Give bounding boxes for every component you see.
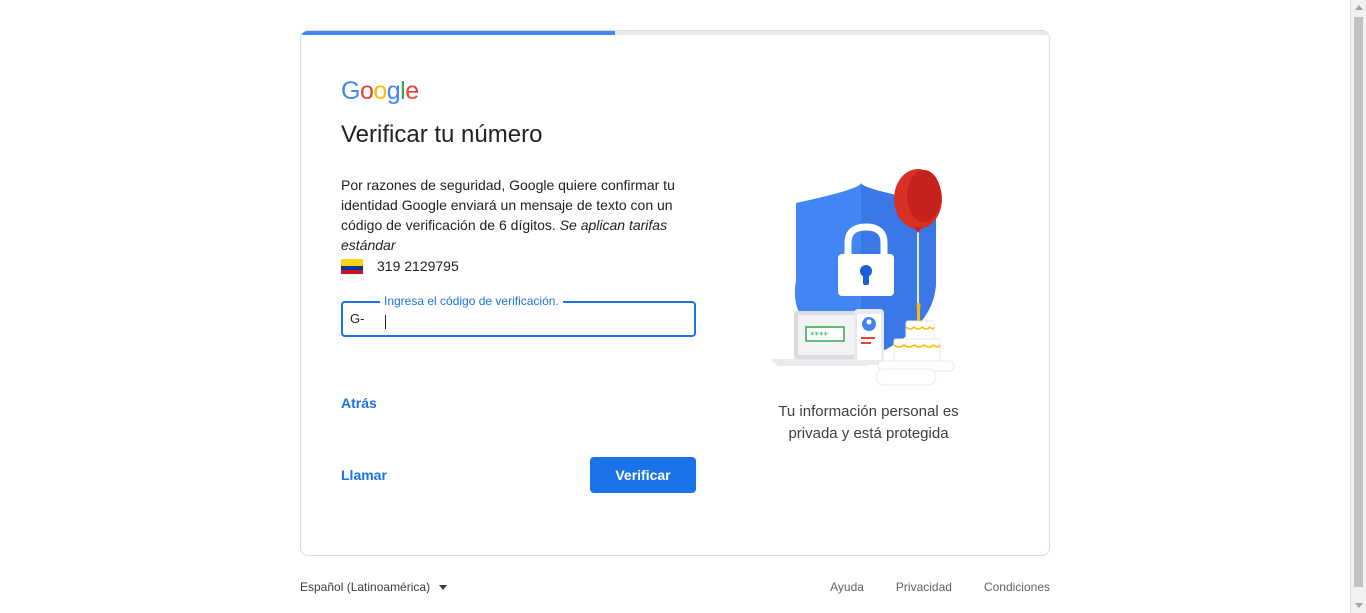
verify-button[interactable]: Verificar [590,457,696,493]
svg-text:****: **** [810,331,829,341]
terms-link[interactable]: Condiciones [984,580,1050,594]
code-prefix: G- [350,311,365,326]
description: Por razones de seguridad, Google quiere … [341,175,686,255]
page-title: Verificar tu número [341,121,543,148]
google-logo: Google [341,77,419,106]
phone-icon [854,309,884,365]
phone-number: 319 2129795 [377,258,459,274]
progress-fill [301,31,616,35]
call-link[interactable]: Llamar [341,467,387,483]
verification-card: Google Verificar tu número Por razones d… [300,30,1050,556]
scroll-up-icon[interactable] [1355,5,1363,10]
vertical-scrollbar[interactable] [1350,0,1366,613]
scroll-down-icon[interactable] [1355,603,1363,608]
logo-letter: e [405,77,419,105]
language-label: Español (Latinoamérica) [300,580,431,594]
colombia-flag-icon [341,258,363,274]
scrollbar-thumb[interactable] [1354,17,1363,587]
footer-links: Ayuda Privacidad Condiciones [798,580,1050,594]
footer: Español (Latinoamérica) Ayuda Privacidad… [300,578,1050,598]
shield-lock-illustration: **** [770,169,955,386]
verification-code-input[interactable] [383,309,683,331]
privacy-link[interactable]: Privacidad [896,580,952,594]
back-link[interactable]: Atrás [341,395,377,411]
text-cursor [385,315,386,329]
help-link[interactable]: Ayuda [830,580,864,594]
code-field-label: Ingresa el código de verificación. [380,294,563,308]
privacy-caption: Tu información personal es privada y est… [778,403,959,442]
phone-row: 319 2129795 [341,258,459,274]
logo-letter: o [373,77,387,105]
logo-letter: g [386,77,401,105]
language-selector[interactable]: Español (Latinoamérica) [300,580,448,594]
logo-letter: o [359,77,374,105]
verification-code-field[interactable]: G- Ingresa el código de verificación. [341,294,696,337]
dropdown-arrow-icon [439,584,448,590]
progress-bar [301,31,1049,35]
logo-letter: G [341,77,360,105]
